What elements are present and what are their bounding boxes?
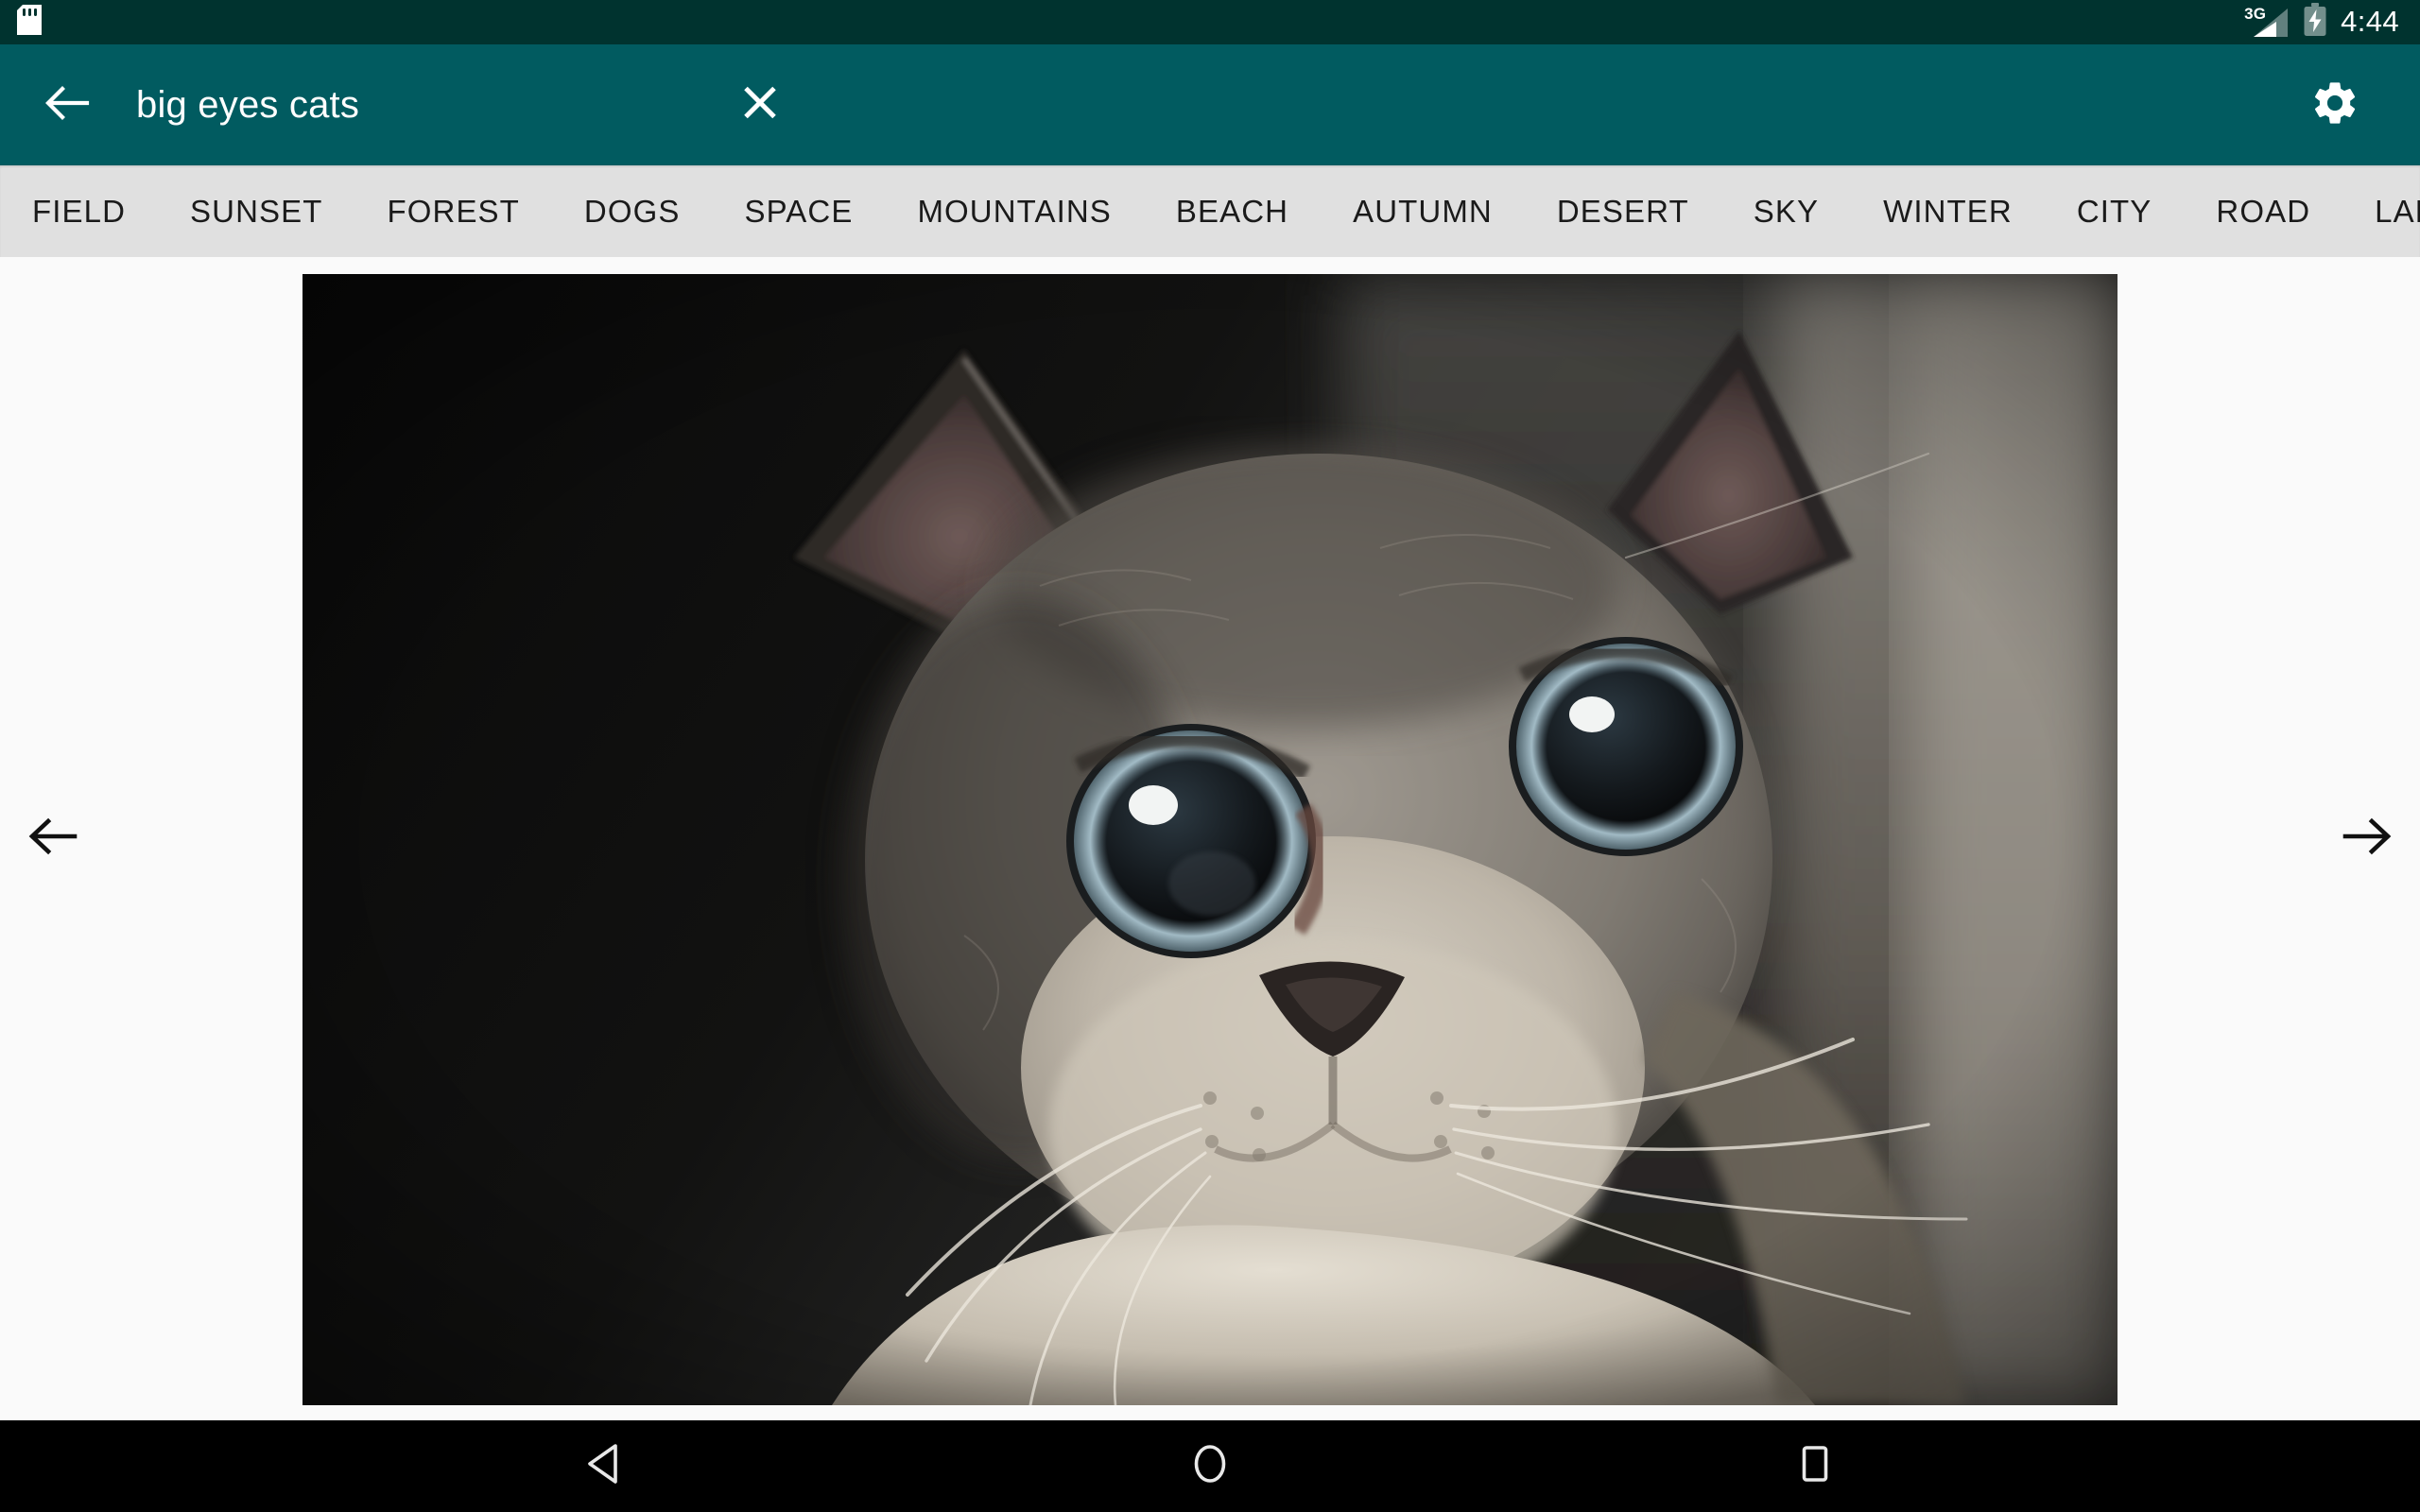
- tab-dogs[interactable]: DOGS: [552, 165, 713, 257]
- close-icon: [737, 86, 783, 129]
- system-home-button[interactable]: [1054, 1420, 1366, 1512]
- category-tab-bar[interactable]: FIELD SUNSET FOREST DOGS SPACE MOUNTAINS…: [0, 165, 2420, 257]
- system-back-button[interactable]: [449, 1420, 761, 1512]
- triangle-back-icon: [583, 1441, 627, 1491]
- status-bar-right: 3G 4:44: [2244, 3, 2399, 42]
- tab-forest[interactable]: FOREST: [354, 165, 551, 257]
- previous-image-button[interactable]: [0, 787, 104, 891]
- circle-home-icon: [1187, 1439, 1233, 1493]
- tab-autumn[interactable]: AUTUMN: [1321, 165, 1525, 257]
- tab-mountains[interactable]: MOUNTAINS: [885, 165, 1143, 257]
- tab-sky[interactable]: SKY: [1721, 165, 1851, 257]
- tab-beach[interactable]: BEACH: [1144, 165, 1321, 257]
- app-bar: big eyes cats: [0, 44, 2420, 165]
- cat-photo-illustration: [302, 274, 2118, 1405]
- search-input[interactable]: big eyes cats: [136, 60, 2290, 150]
- network-type-label: 3G: [2244, 4, 2267, 23]
- status-bar: 3G 4:44: [0, 0, 2420, 44]
- battery-charging-icon: [2303, 3, 2327, 42]
- screen-root: 3G 4:44 big eyes cats FIELD SUNSET FORES…: [0, 0, 2420, 1512]
- tab-sunset[interactable]: SUNSET: [158, 165, 354, 257]
- nav-spacer-right: [1366, 1420, 1659, 1512]
- photo-image[interactable]: [302, 274, 2118, 1405]
- arrow-right-icon: [2342, 810, 2394, 868]
- gear-icon: [2309, 77, 2360, 133]
- tab-city[interactable]: CITY: [2045, 165, 2185, 257]
- search-input-value: big eyes cats: [136, 83, 360, 126]
- sd-card-icon: [17, 5, 42, 40]
- tab-field[interactable]: FIELD: [0, 165, 158, 257]
- nav-spacer-left: [761, 1420, 1054, 1512]
- next-image-button[interactable]: [2316, 787, 2420, 891]
- tab-landscape[interactable]: LANDSCAPE: [2342, 165, 2420, 257]
- status-bar-left: [17, 5, 42, 40]
- clear-search-button[interactable]: [737, 80, 783, 130]
- system-navigation-bar: [0, 1420, 2420, 1512]
- signal-bars-icon: 3G: [2244, 5, 2290, 39]
- square-recents-icon: [1796, 1441, 1834, 1491]
- back-arrow-icon: [42, 78, 91, 132]
- tab-winter[interactable]: WINTER: [1851, 165, 2045, 257]
- tab-desert[interactable]: DESERT: [1525, 165, 1721, 257]
- image-viewer: [0, 257, 2420, 1420]
- system-recents-button[interactable]: [1659, 1420, 1971, 1512]
- settings-button[interactable]: [2290, 60, 2380, 150]
- tab-space[interactable]: SPACE: [713, 165, 886, 257]
- tab-road[interactable]: ROAD: [2184, 165, 2342, 257]
- back-button[interactable]: [21, 60, 112, 150]
- arrow-left-icon: [26, 810, 78, 868]
- status-bar-clock: 4:44: [2341, 5, 2399, 38]
